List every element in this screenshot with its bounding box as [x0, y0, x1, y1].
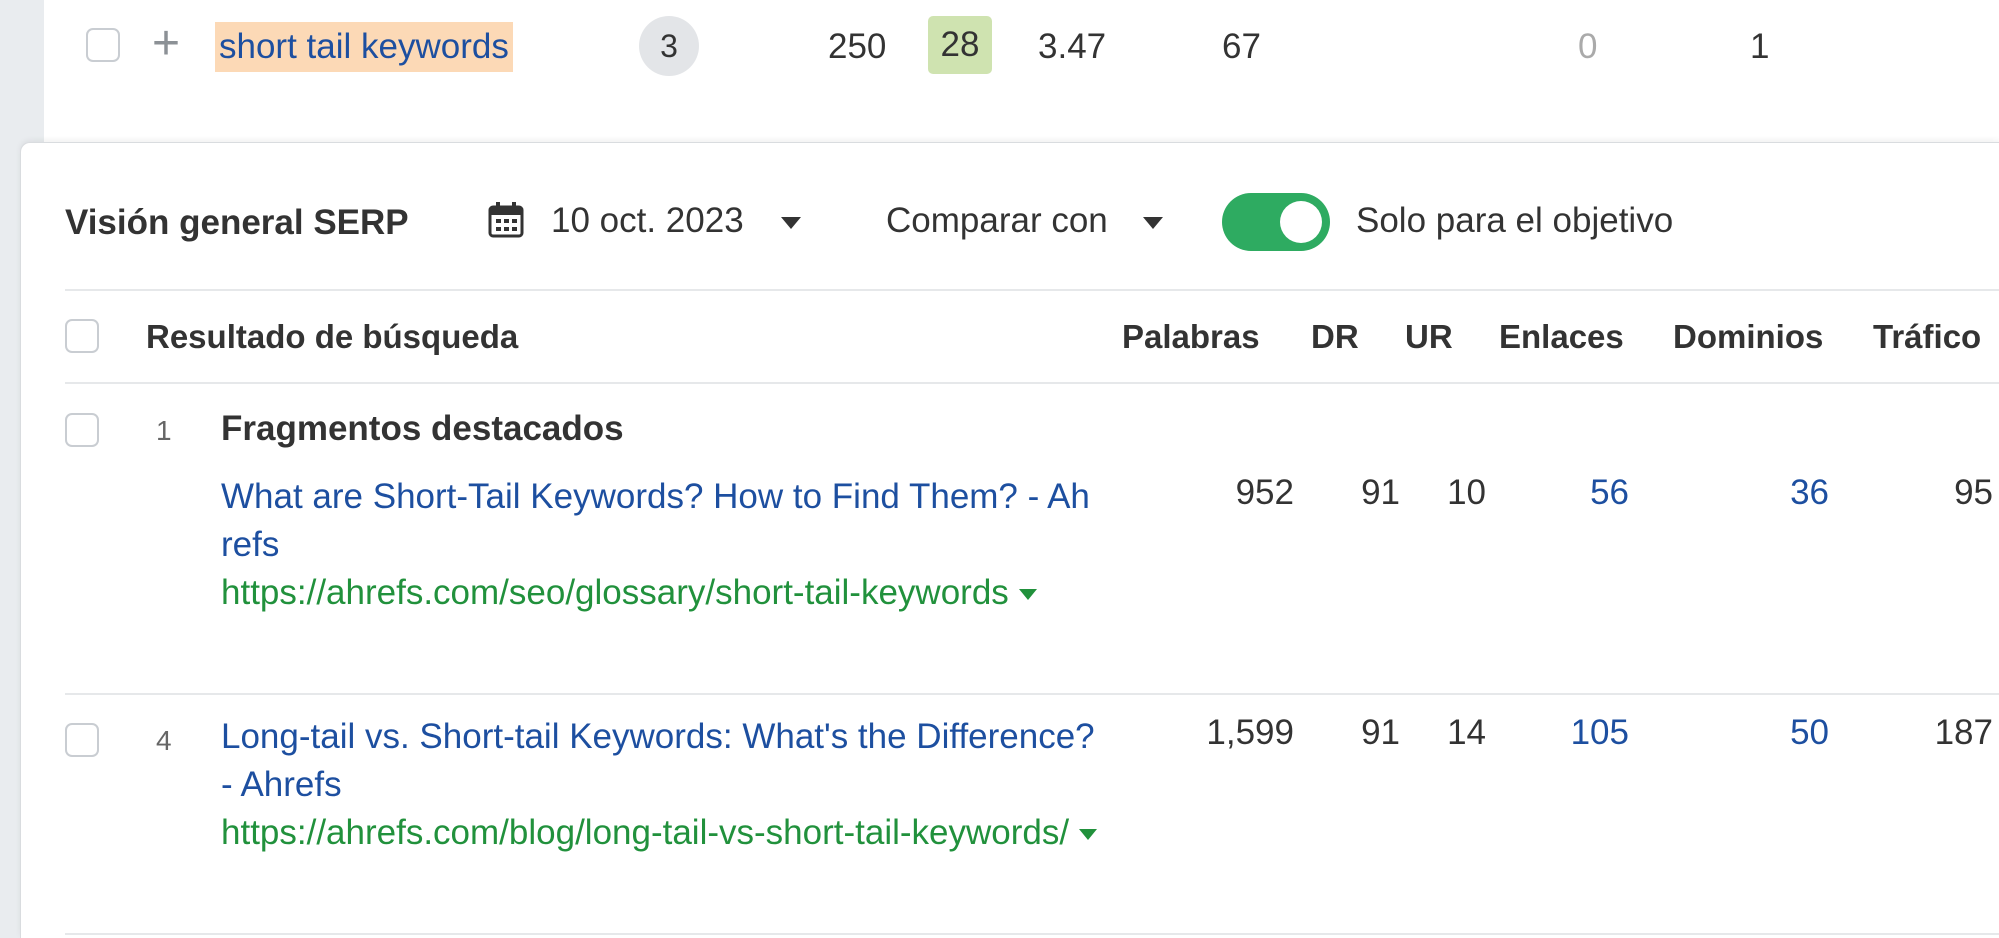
traffic-value: 187 [1934, 713, 1993, 752]
keyword-row-checkbox[interactable] [86, 28, 120, 62]
domains-value[interactable]: 36 [1790, 473, 1829, 513]
divider [65, 382, 1999, 384]
traffic-potential-value: 67 [1222, 27, 1261, 66]
chevron-down-icon[interactable] [781, 217, 801, 229]
row-position: 4 [156, 725, 172, 756]
column-header-traffic[interactable]: Tráfico [1873, 318, 1981, 356]
row-checkbox[interactable] [65, 413, 99, 447]
target-only-toggle[interactable] [1222, 193, 1330, 251]
date-selector[interactable]: 10 oct. 2023 [551, 201, 744, 241]
links-value[interactable]: 105 [1571, 713, 1629, 753]
chevron-down-icon[interactable] [1018, 589, 1037, 601]
select-all-checkbox[interactable] [65, 319, 99, 353]
col-b-value: 1 [1750, 27, 1770, 66]
plus-icon[interactable]: + [152, 20, 180, 68]
result-url[interactable]: https://ahrefs.com/blog/long-tail-vs-sho… [221, 809, 1101, 857]
dr-value: 91 [1361, 713, 1400, 752]
column-header-result[interactable]: Resultado de búsqueda [146, 318, 518, 356]
target-only-label: Solo para el objetivo [1356, 201, 1674, 240]
divider [65, 933, 1999, 935]
volume-value: 250 [828, 27, 887, 66]
traffic-value: 95 [1954, 473, 1993, 512]
column-header-words[interactable]: Palabras [1122, 318, 1260, 356]
row-position: 1 [156, 415, 172, 446]
chevron-down-icon[interactable] [1079, 829, 1098, 841]
col-a-value: 0 [1578, 27, 1598, 66]
links-value[interactable]: 56 [1590, 473, 1629, 513]
words-value: 1,599 [1206, 713, 1294, 752]
calendar-icon[interactable] [486, 200, 526, 240]
cpc-value: 3.47 [1038, 27, 1107, 66]
result-url[interactable]: https://ahrefs.com/seo/glossary/short-ta… [221, 569, 1101, 617]
column-header-domains[interactable]: Dominios [1673, 318, 1823, 356]
words-value: 952 [1235, 473, 1294, 512]
serp-toolbar: Visión general SERP 10 oct. 2023 Compara… [21, 143, 1999, 289]
chevron-down-icon[interactable] [1143, 217, 1163, 229]
column-header-ur[interactable]: UR [1405, 318, 1453, 356]
result-url-text[interactable]: https://ahrefs.com/seo/glossary/short-ta… [221, 573, 1009, 612]
ur-value: 10 [1447, 473, 1486, 512]
kd-badge: 28 [928, 16, 992, 74]
panel-title: Visión general SERP [65, 203, 409, 242]
ur-value: 14 [1447, 713, 1486, 752]
divider [65, 289, 1999, 291]
result-title-link[interactable]: Long-tail vs. Short-tail Keywords: What'… [221, 713, 1101, 809]
keyword-row: + short tail keywords 3 250 28 3.47 67 0… [44, 0, 1999, 142]
dr-value: 91 [1361, 473, 1400, 512]
result-title-link[interactable]: What are Short-Tail Keywords? How to Fin… [221, 473, 1101, 569]
compare-with-dropdown[interactable]: Comparar con [886, 201, 1108, 241]
serp-overview-panel: Visión general SERP 10 oct. 2023 Compara… [20, 142, 1999, 938]
parent-topic-badge[interactable]: 3 [639, 16, 699, 76]
row-checkbox[interactable] [65, 723, 99, 757]
column-header-links[interactable]: Enlaces [1499, 318, 1624, 356]
column-header-dr[interactable]: DR [1311, 318, 1359, 356]
keyword-link[interactable]: short tail keywords [215, 22, 513, 72]
toggle-knob [1280, 201, 1322, 243]
domains-value[interactable]: 50 [1790, 713, 1829, 753]
divider [65, 693, 1999, 695]
serp-feature-label: Fragmentos destacados [221, 409, 624, 448]
result-url-text[interactable]: https://ahrefs.com/blog/long-tail-vs-sho… [221, 813, 1069, 852]
